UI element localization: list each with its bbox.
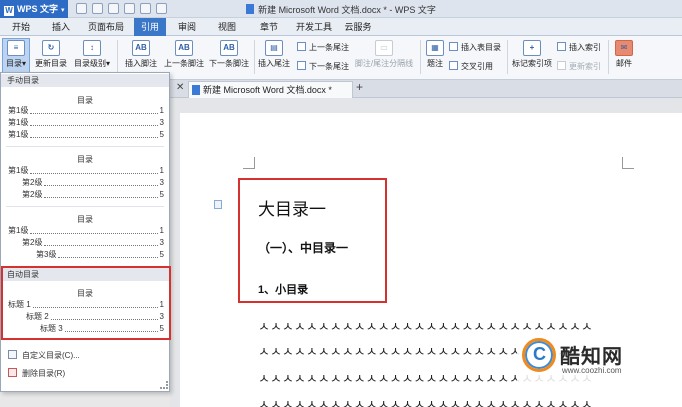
heading-3[interactable]: 1、小目录 bbox=[258, 281, 308, 297]
next-footnote-icon: AB bbox=[220, 40, 238, 56]
mark-index-button[interactable]: + 标记索引项 bbox=[510, 40, 554, 69]
heading-2[interactable]: （一）、中目录一 bbox=[258, 239, 348, 256]
mark-index-icon: + bbox=[523, 40, 541, 56]
table-toc-icon bbox=[449, 42, 458, 51]
close-tab-icon[interactable]: ✕ bbox=[176, 82, 184, 93]
toc-level-button[interactable]: ↕ 目录级别▾ bbox=[72, 40, 112, 69]
watermark-url: www.coozhi.com bbox=[562, 366, 622, 375]
toc-preview-row[interactable]: 第1级 1 bbox=[8, 106, 164, 116]
footnote-icon: AB bbox=[132, 40, 150, 56]
crop-mark bbox=[243, 157, 255, 169]
caption-icon: ▦ bbox=[426, 40, 444, 56]
toc-preview-row[interactable]: 第1级 5 bbox=[8, 130, 164, 140]
menu-bar: 开始 插入 页面布局 引用 审阅 视图 章节 开发工具 云服务 bbox=[0, 18, 682, 36]
insert-footnote-button[interactable]: AB 插入脚注 bbox=[121, 40, 161, 69]
toc-preview-row[interactable]: 第2级 3 bbox=[22, 238, 164, 248]
menu-tab-page-layout[interactable]: 页面布局 bbox=[86, 18, 126, 36]
insert-endnote-button[interactable]: ▤ 插入尾注 bbox=[256, 40, 292, 69]
document-tab-strip: ✕ 新建 Microsoft Word 文档.docx * + bbox=[170, 80, 682, 98]
crop-mark bbox=[622, 157, 634, 169]
menu-tab-section[interactable]: 章节 bbox=[256, 18, 282, 36]
prev-footnote-button[interactable]: AB 上一条脚注 bbox=[162, 40, 206, 69]
divider bbox=[6, 206, 164, 207]
mail-icon: ✉ bbox=[615, 40, 633, 56]
insert-index-icon bbox=[557, 42, 566, 51]
ribbon-divider bbox=[420, 40, 421, 74]
next-endnote-icon bbox=[297, 61, 306, 70]
manual-toc-header: 手动目录 bbox=[1, 74, 169, 87]
toc-preview-title: 目录 bbox=[77, 215, 93, 224]
toc-preview-row[interactable]: 第3级 5 bbox=[36, 250, 164, 260]
watermark-name: 酷知网 bbox=[560, 346, 623, 368]
heading-1[interactable]: 大目录一 bbox=[258, 195, 326, 220]
menu-tab-references[interactable]: 引用 bbox=[134, 18, 166, 36]
prev-endnote-button[interactable]: 上一条尾注 bbox=[297, 42, 349, 53]
new-tab-icon[interactable]: + bbox=[356, 80, 363, 94]
ribbon-divider bbox=[507, 40, 508, 74]
toc-button[interactable]: ≡ 目录▾ bbox=[3, 40, 29, 69]
toc-preview-row[interactable]: 第1级 1 bbox=[8, 226, 164, 236]
delete-toc-action[interactable]: 删除目录(R) bbox=[8, 368, 65, 379]
delete-toc-icon bbox=[8, 368, 17, 377]
next-footnote-button[interactable]: AB 下一条脚注 bbox=[207, 40, 251, 69]
window-title: 新建 Microsoft Word 文档.docx * - WPS 文字 bbox=[0, 3, 682, 16]
cross-reference-button[interactable]: 交叉引用 bbox=[449, 61, 493, 72]
document-icon bbox=[246, 4, 255, 14]
caption-button[interactable]: ▦ 题注 bbox=[424, 40, 446, 69]
next-endnote-button[interactable]: 下一条尾注 bbox=[297, 61, 349, 72]
separator-icon: ▭ bbox=[375, 40, 393, 56]
menu-tab-start[interactable]: 开始 bbox=[8, 18, 34, 36]
toc-icon: ≡ bbox=[7, 40, 25, 56]
resize-grip-icon[interactable] bbox=[160, 381, 168, 389]
menu-tab-insert[interactable]: 插入 bbox=[48, 18, 74, 36]
toc-preview-row[interactable]: 第1级 1 bbox=[8, 166, 164, 176]
update-toc-button[interactable]: ↻ 更新目录 bbox=[33, 40, 69, 69]
cross-reference-icon bbox=[449, 61, 458, 70]
update-index-button[interactable]: 更新索引 bbox=[557, 61, 601, 72]
toc-preview-row[interactable]: 第2级 5 bbox=[22, 190, 164, 200]
update-index-icon bbox=[557, 61, 566, 70]
document-icon bbox=[192, 85, 200, 95]
menu-tab-view[interactable]: 视图 bbox=[214, 18, 240, 36]
divider bbox=[6, 146, 164, 147]
menu-tab-developer[interactable]: 开发工具 bbox=[294, 18, 334, 36]
menu-tab-review[interactable]: 审阅 bbox=[174, 18, 200, 36]
toc-preview-row[interactable]: 第2级 3 bbox=[22, 178, 164, 188]
toc-preview-row[interactable]: 第1级 3 bbox=[8, 118, 164, 128]
custom-toc-action[interactable]: 自定义目录(C)... bbox=[8, 350, 80, 361]
prev-footnote-icon: AB bbox=[175, 40, 193, 56]
endnote-icon: ▤ bbox=[265, 40, 283, 56]
coozhi-logo-icon: C bbox=[522, 338, 556, 372]
ribbon-divider bbox=[254, 40, 255, 74]
toc-preview-title: 目录 bbox=[77, 155, 93, 164]
mail-button[interactable]: ✉ 邮件 bbox=[612, 40, 636, 69]
update-toc-icon: ↻ bbox=[42, 40, 60, 56]
note-separator-button[interactable]: ▭ 脚注/尾注分隔线 bbox=[352, 40, 416, 69]
insert-table-toc-button[interactable]: 插入表目录 bbox=[449, 42, 501, 53]
prev-endnote-icon bbox=[297, 42, 306, 51]
ribbon-divider bbox=[608, 40, 609, 74]
toc-preview-title: 目录 bbox=[77, 96, 93, 105]
auto-toc-highlight bbox=[1, 266, 171, 340]
custom-toc-icon bbox=[8, 350, 17, 359]
title-bar: W WPS 文字 ▾ 新建 Microsoft Word 文档.docx * - W… bbox=[0, 0, 682, 18]
ribbon-divider bbox=[117, 40, 118, 74]
toc-level-icon: ↕ bbox=[83, 40, 101, 56]
body-text-line[interactable]: ㅅㅅㅅㅅㅅㅅㅅㅅㅅㅅㅅㅅㅅㅅㅅㅅㅅㅅㅅㅅㅅㅅㅅㅅㅅㅅㅅㅅ bbox=[258, 398, 630, 407]
document-tab[interactable]: 新建 Microsoft Word 文档.docx * bbox=[188, 81, 353, 98]
paragraph-handle-icon[interactable] bbox=[214, 200, 222, 209]
insert-index-button[interactable]: 插入索引 bbox=[557, 42, 601, 53]
menu-tab-cloud[interactable]: 云服务 bbox=[342, 18, 374, 36]
body-text-line[interactable]: ㅅㅅㅅㅅㅅㅅㅅㅅㅅㅅㅅㅅㅅㅅㅅㅅㅅㅅㅅㅅㅅㅅㅅㅅㅅㅅㅅㅅ bbox=[258, 320, 630, 333]
